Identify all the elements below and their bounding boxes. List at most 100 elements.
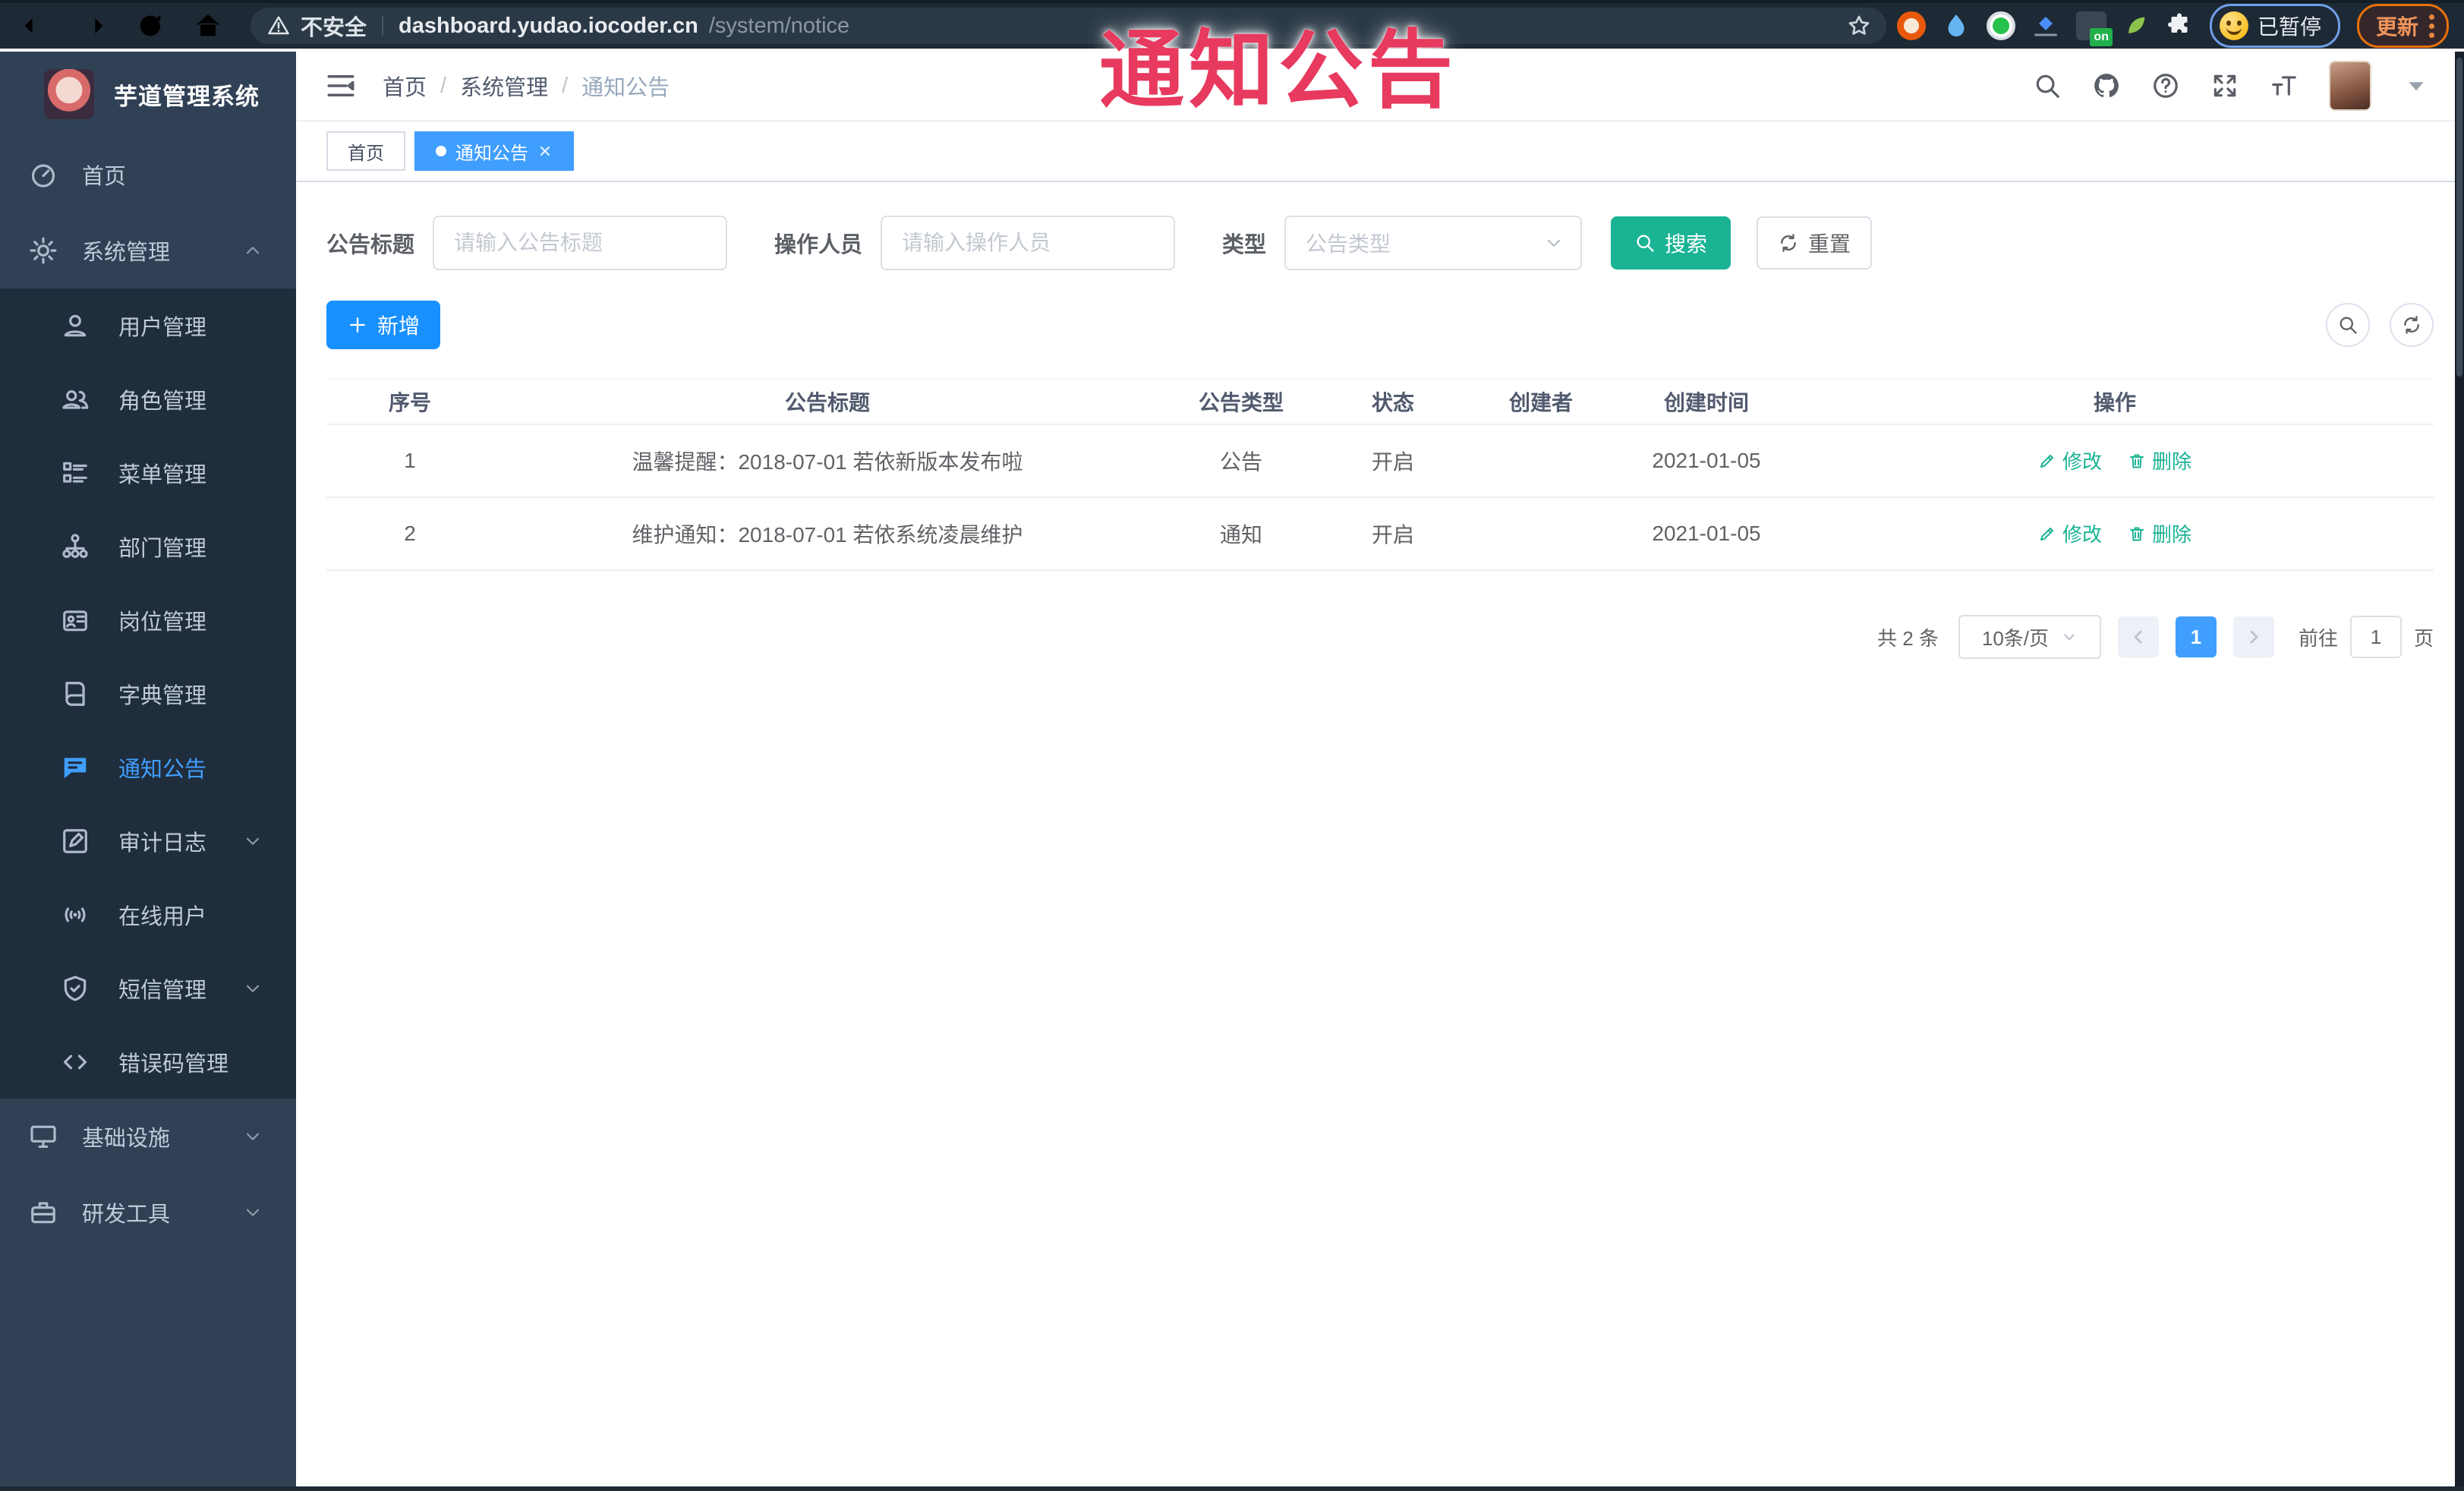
profile-status-label: 已暂停	[2257, 15, 2321, 39]
user-avatar[interactable]	[2329, 61, 2371, 111]
close-tab-icon[interactable]	[537, 143, 553, 159]
sidebar-item-system[interactable]: 系统管理	[0, 213, 296, 288]
pencil-icon	[2038, 525, 2056, 543]
sidebar-item-home[interactable]: 首页	[0, 137, 296, 213]
sidebar-item-audit-log[interactable]: 审计日志	[0, 804, 296, 878]
font-size-icon[interactable]	[2270, 71, 2299, 100]
col-header-creator: 创建者	[1465, 378, 1617, 425]
refresh-icon	[2401, 314, 2422, 336]
extension-green-circle-icon[interactable]	[1986, 11, 2015, 40]
bookmark-star-icon[interactable]	[1847, 14, 1871, 38]
chevron-down-icon	[2061, 629, 2078, 645]
extension-orange-icon[interactable]	[1896, 11, 1926, 40]
extension-leaf-icon[interactable]	[2123, 13, 2149, 39]
col-header-no: 序号	[326, 378, 493, 425]
cell-actions: 修改 删除	[1796, 424, 2434, 498]
title-field-label: 公告标题	[326, 233, 415, 257]
sidebar-item-infrastructure[interactable]: 基础设施	[0, 1099, 296, 1174]
omnibox-divider	[382, 16, 384, 36]
tab-notice[interactable]: 通知公告	[414, 131, 574, 171]
delete-link[interactable]: 删除	[2128, 446, 2191, 474]
github-icon[interactable]	[2092, 71, 2121, 100]
add-button[interactable]: 新增	[326, 301, 440, 349]
sidebar-item-label: 基础设施	[82, 1127, 171, 1151]
title-input[interactable]	[433, 216, 728, 270]
active-tab-dot	[436, 146, 446, 156]
browser-forward-icon[interactable]	[77, 11, 108, 41]
type-select[interactable]: 公告类型	[1284, 216, 1583, 270]
edit-link[interactable]: 修改	[2038, 519, 2102, 547]
cell-type: 公告	[1161, 424, 1321, 498]
toggle-search-button[interactable]	[2326, 303, 2370, 347]
code-icon	[61, 1048, 90, 1076]
sidebar-item-menus[interactable]: 菜单管理	[0, 436, 296, 509]
sidebar-item-posts[interactable]: 岗位管理	[0, 583, 296, 657]
tab-label: 首页	[348, 143, 384, 164]
cell-no: 1	[326, 424, 493, 498]
address-bar[interactable]: 不安全 dashboard.yudao.iocoder.cn /system/n…	[250, 8, 1886, 44]
prev-page-button[interactable]	[2117, 616, 2159, 657]
browser-scrollbar[interactable]	[2455, 52, 2464, 1491]
col-header-type: 公告类型	[1161, 378, 1321, 425]
pagination: 共 2 条 10条/页 1 前往 页	[326, 615, 2434, 659]
search-button-label: 搜索	[1665, 232, 1708, 256]
browser-bottom-edge	[0, 1486, 2464, 1491]
next-page-button[interactable]	[2232, 616, 2274, 657]
sidebar-item-users[interactable]: 用户管理	[0, 288, 296, 362]
fullscreen-icon[interactable]	[2210, 71, 2239, 100]
browser-reload-icon[interactable]	[135, 11, 165, 41]
sidebar-item-sms[interactable]: 短信管理	[0, 951, 296, 1025]
current-page-button[interactable]: 1	[2175, 616, 2217, 657]
delete-link[interactable]: 删除	[2128, 519, 2191, 547]
sidebar-item-notice[interactable]: 通知公告	[0, 730, 296, 804]
user-menu-caret-icon[interactable]	[2402, 71, 2431, 100]
edit-link[interactable]: 修改	[2038, 446, 2102, 474]
sidebar-item-dev-tools[interactable]: 研发工具	[0, 1174, 296, 1250]
reset-button[interactable]: 重置	[1757, 216, 1873, 270]
extension-diamond-chart-icon[interactable]	[2032, 12, 2059, 39]
sidebar-item-departments[interactable]: 部门管理	[0, 509, 296, 583]
sidebar-item-roles[interactable]: 角色管理	[0, 362, 296, 436]
breadcrumb-home[interactable]: 首页	[383, 70, 427, 102]
browser-home-icon[interactable]	[193, 11, 223, 41]
browser-profile-chip[interactable]: 已暂停	[2209, 4, 2340, 48]
type-select-placeholder: 公告类型	[1306, 232, 1391, 256]
monitor-icon	[29, 1122, 58, 1151]
browser-update-button[interactable]: 更新	[2356, 4, 2449, 48]
sidebar-item-online-users[interactable]: 在线用户	[0, 878, 296, 951]
chevron-down-icon	[1544, 233, 1564, 253]
app-logo	[44, 69, 94, 119]
search-icon	[1634, 232, 1656, 254]
extension-drop-icon[interactable]	[1943, 12, 1970, 39]
cell-type: 通知	[1161, 497, 1321, 571]
breadcrumb-system[interactable]: 系统管理	[460, 70, 548, 102]
cell-creator	[1465, 424, 1617, 498]
sidebar-collapse-icon[interactable]	[325, 70, 357, 102]
scrollbar-thumb[interactable]	[2456, 58, 2462, 377]
page-size-select[interactable]: 10条/页	[1958, 615, 2101, 659]
sidebar-item-label: 菜单管理	[118, 462, 207, 487]
help-icon[interactable]	[2151, 71, 2180, 100]
sidebar-item-label: 通知公告	[118, 757, 207, 782]
extensions-puzzle-icon[interactable]	[2166, 12, 2193, 39]
app-logo-row[interactable]: 芋道管理系统	[0, 52, 296, 137]
refresh-table-button[interactable]	[2390, 303, 2434, 347]
tab-home[interactable]: 首页	[326, 131, 405, 171]
goto-page-input[interactable]	[2349, 616, 2402, 658]
cell-status: 开启	[1321, 424, 1465, 498]
search-icon[interactable]	[2033, 71, 2062, 100]
chevron-down-icon	[243, 831, 263, 851]
extension-dark-icon[interactable]: on	[2075, 11, 2113, 46]
table-header-row: 序号 公告标题 公告类型 状态 创建者 创建时间 操作	[326, 378, 2434, 425]
browser-menu-icon[interactable]	[2429, 14, 2434, 38]
search-button[interactable]: 搜索	[1611, 216, 1731, 270]
operator-input[interactable]	[881, 216, 1176, 270]
search-form: 公告标题 操作人员 类型 公告类型 搜索	[326, 216, 2434, 270]
cell-created: 2021-01-05	[1617, 497, 1796, 571]
sidebar-item-label: 错误码管理	[118, 1051, 229, 1076]
col-header-title: 公告标题	[493, 378, 1161, 425]
sidebar-item-dictionary[interactable]: 字典管理	[0, 657, 296, 730]
sidebar-item-error-codes[interactable]: 错误码管理	[0, 1025, 296, 1099]
trash-icon	[2128, 452, 2146, 470]
browser-back-icon[interactable]	[20, 11, 50, 41]
